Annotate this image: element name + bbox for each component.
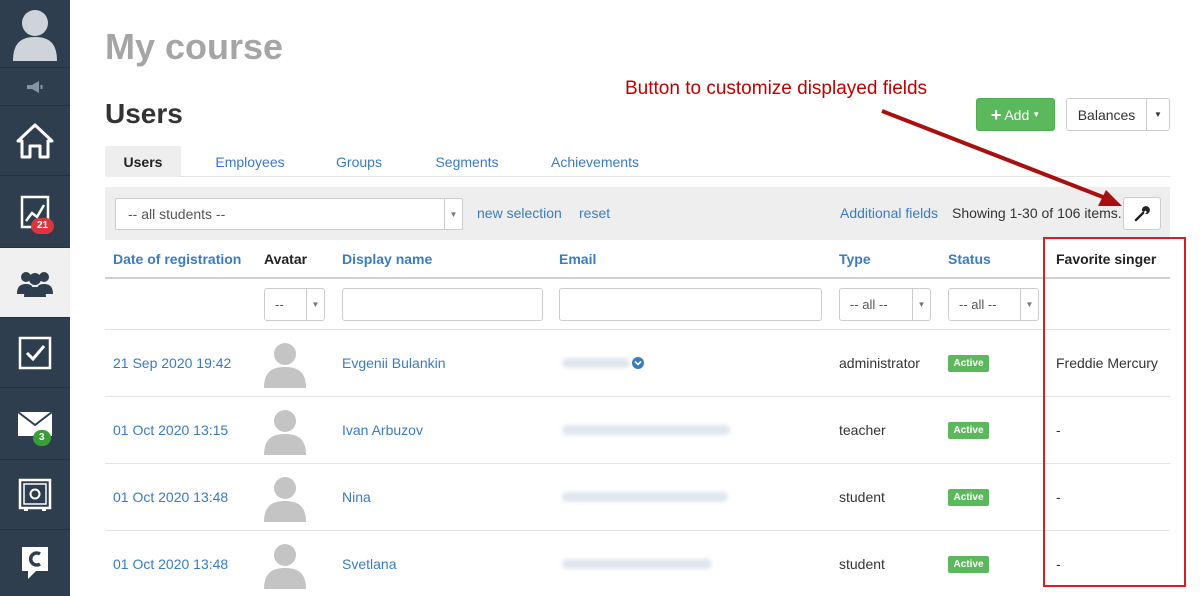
students-select[interactable]: -- all students -- ▼	[115, 198, 463, 230]
sidebar-messages[interactable]: 3	[0, 388, 70, 460]
section-title: Users	[105, 98, 183, 129]
progress-badge: 21	[31, 218, 55, 234]
status-filter-value: -- all --	[959, 297, 997, 312]
avatar-placeholder-icon	[264, 410, 306, 455]
page-title: My course	[105, 26, 284, 67]
add-button-label: Add	[1004, 106, 1030, 123]
highlight-box	[1043, 237, 1186, 587]
status-badge: Active	[948, 422, 989, 439]
tab-bar: Users Employees Groups Segments Achievem…	[105, 146, 1170, 177]
user-avatar-icon	[13, 9, 57, 61]
tab-users[interactable]: Users	[105, 146, 181, 177]
status-badge: Active	[948, 556, 989, 573]
caret-down-icon: ▼	[1020, 289, 1038, 320]
avatar-filter-value: --	[275, 297, 284, 312]
sidebar-home[interactable]	[0, 106, 70, 176]
status-filter-select[interactable]: -- all -- ▼	[948, 288, 1039, 321]
users-icon	[17, 271, 53, 297]
status-badge: Active	[948, 355, 989, 372]
annotation-text: Button to customize displayed fields	[625, 78, 928, 99]
type-filter-select[interactable]: -- all -- ▼	[839, 288, 931, 321]
display-name[interactable]: Ivan Arbuzov	[342, 422, 423, 438]
registration-date[interactable]: 01 Oct 2020 13:48	[113, 489, 228, 505]
row-divider	[105, 396, 1170, 397]
email-redacted	[562, 559, 712, 569]
registration-date[interactable]: 21 Sep 2020 19:42	[113, 355, 231, 371]
sidebar-user-avatar[interactable]	[0, 0, 70, 68]
user-type: student	[839, 556, 885, 572]
filter-bar: -- all students -- ▼ new selection reset…	[105, 187, 1170, 240]
display-name[interactable]: Svetlana	[342, 556, 396, 572]
type-filter-value: -- all --	[850, 297, 888, 312]
home-icon	[16, 123, 54, 158]
customize-fields-button[interactable]	[1123, 197, 1161, 230]
registration-date[interactable]: 01 Oct 2020 13:15	[113, 422, 228, 438]
header-email[interactable]: Email	[559, 251, 596, 267]
tab-groups[interactable]: Groups	[327, 146, 391, 177]
sidebar-safe[interactable]	[0, 460, 70, 530]
email-filter-input[interactable]	[559, 288, 822, 321]
checkbox-icon	[18, 336, 52, 369]
sidebar-brand[interactable]	[0, 530, 70, 596]
user-type: student	[839, 489, 885, 505]
row-divider	[105, 329, 1170, 330]
megaphone-icon	[27, 80, 43, 93]
header-avatar: Avatar	[264, 251, 308, 267]
avatar-placeholder-icon	[264, 343, 306, 388]
caret-down-icon: ▼	[306, 289, 324, 320]
sidebar-progress[interactable]: 21	[0, 176, 70, 248]
reset-link[interactable]: reset	[579, 205, 610, 221]
sidebar-users[interactable]	[0, 248, 70, 318]
sidebar: 21 3	[0, 0, 70, 596]
display-name[interactable]: Evgenii Bulankin	[342, 355, 446, 371]
header-date-registration[interactable]: Date of registration	[113, 251, 241, 267]
tab-segments[interactable]: Segments	[427, 146, 507, 177]
status-badge: Active	[948, 489, 989, 506]
avatar-filter-select[interactable]: -- ▼	[264, 288, 325, 321]
registration-date[interactable]: 01 Oct 2020 13:48	[113, 556, 228, 572]
new-selection-link[interactable]: new selection	[477, 205, 562, 221]
balances-dropdown-toggle[interactable]: ▼	[1146, 98, 1170, 131]
avatar-placeholder-icon	[264, 477, 306, 522]
email-redacted	[562, 425, 730, 435]
caret-down-icon: ▼	[912, 289, 930, 320]
display-name-filter-input[interactable]	[342, 288, 543, 321]
user-type: teacher	[839, 422, 886, 438]
caret-down-icon: ▼	[1032, 110, 1041, 119]
balances-button[interactable]: Balances	[1066, 98, 1146, 131]
tab-employees[interactable]: Employees	[203, 146, 297, 177]
email-redacted	[562, 492, 728, 502]
sidebar-tasks[interactable]	[0, 318, 70, 388]
wrench-icon	[1134, 205, 1150, 221]
mail-badge: 3	[33, 430, 51, 446]
email-redacted	[562, 358, 630, 368]
safe-icon	[18, 478, 52, 511]
showing-count: Showing 1-30 of 106 items.	[952, 205, 1122, 221]
plus-icon: +	[990, 104, 1002, 125]
header-divider	[105, 277, 1170, 279]
row-divider	[105, 463, 1170, 464]
students-select-value: -- all students --	[128, 206, 226, 222]
sidebar-announcements[interactable]	[0, 68, 70, 106]
additional-fields-link[interactable]: Additional fields	[840, 205, 938, 221]
header-type[interactable]: Type	[839, 251, 871, 267]
caret-down-icon: ▼	[1154, 110, 1162, 119]
row-divider	[105, 530, 1170, 531]
display-name[interactable]: Nina	[342, 489, 371, 505]
tab-achievements[interactable]: Achievements	[545, 146, 645, 177]
caret-down-icon: ▼	[444, 199, 462, 229]
user-type: administrator	[839, 355, 920, 371]
add-button[interactable]: + Add ▼	[976, 98, 1055, 131]
avatar-placeholder-icon	[264, 544, 306, 589]
header-status[interactable]: Status	[948, 251, 991, 267]
brand-logo-icon	[22, 547, 48, 579]
verified-icon	[632, 357, 644, 369]
header-display-name[interactable]: Display name	[342, 251, 432, 267]
